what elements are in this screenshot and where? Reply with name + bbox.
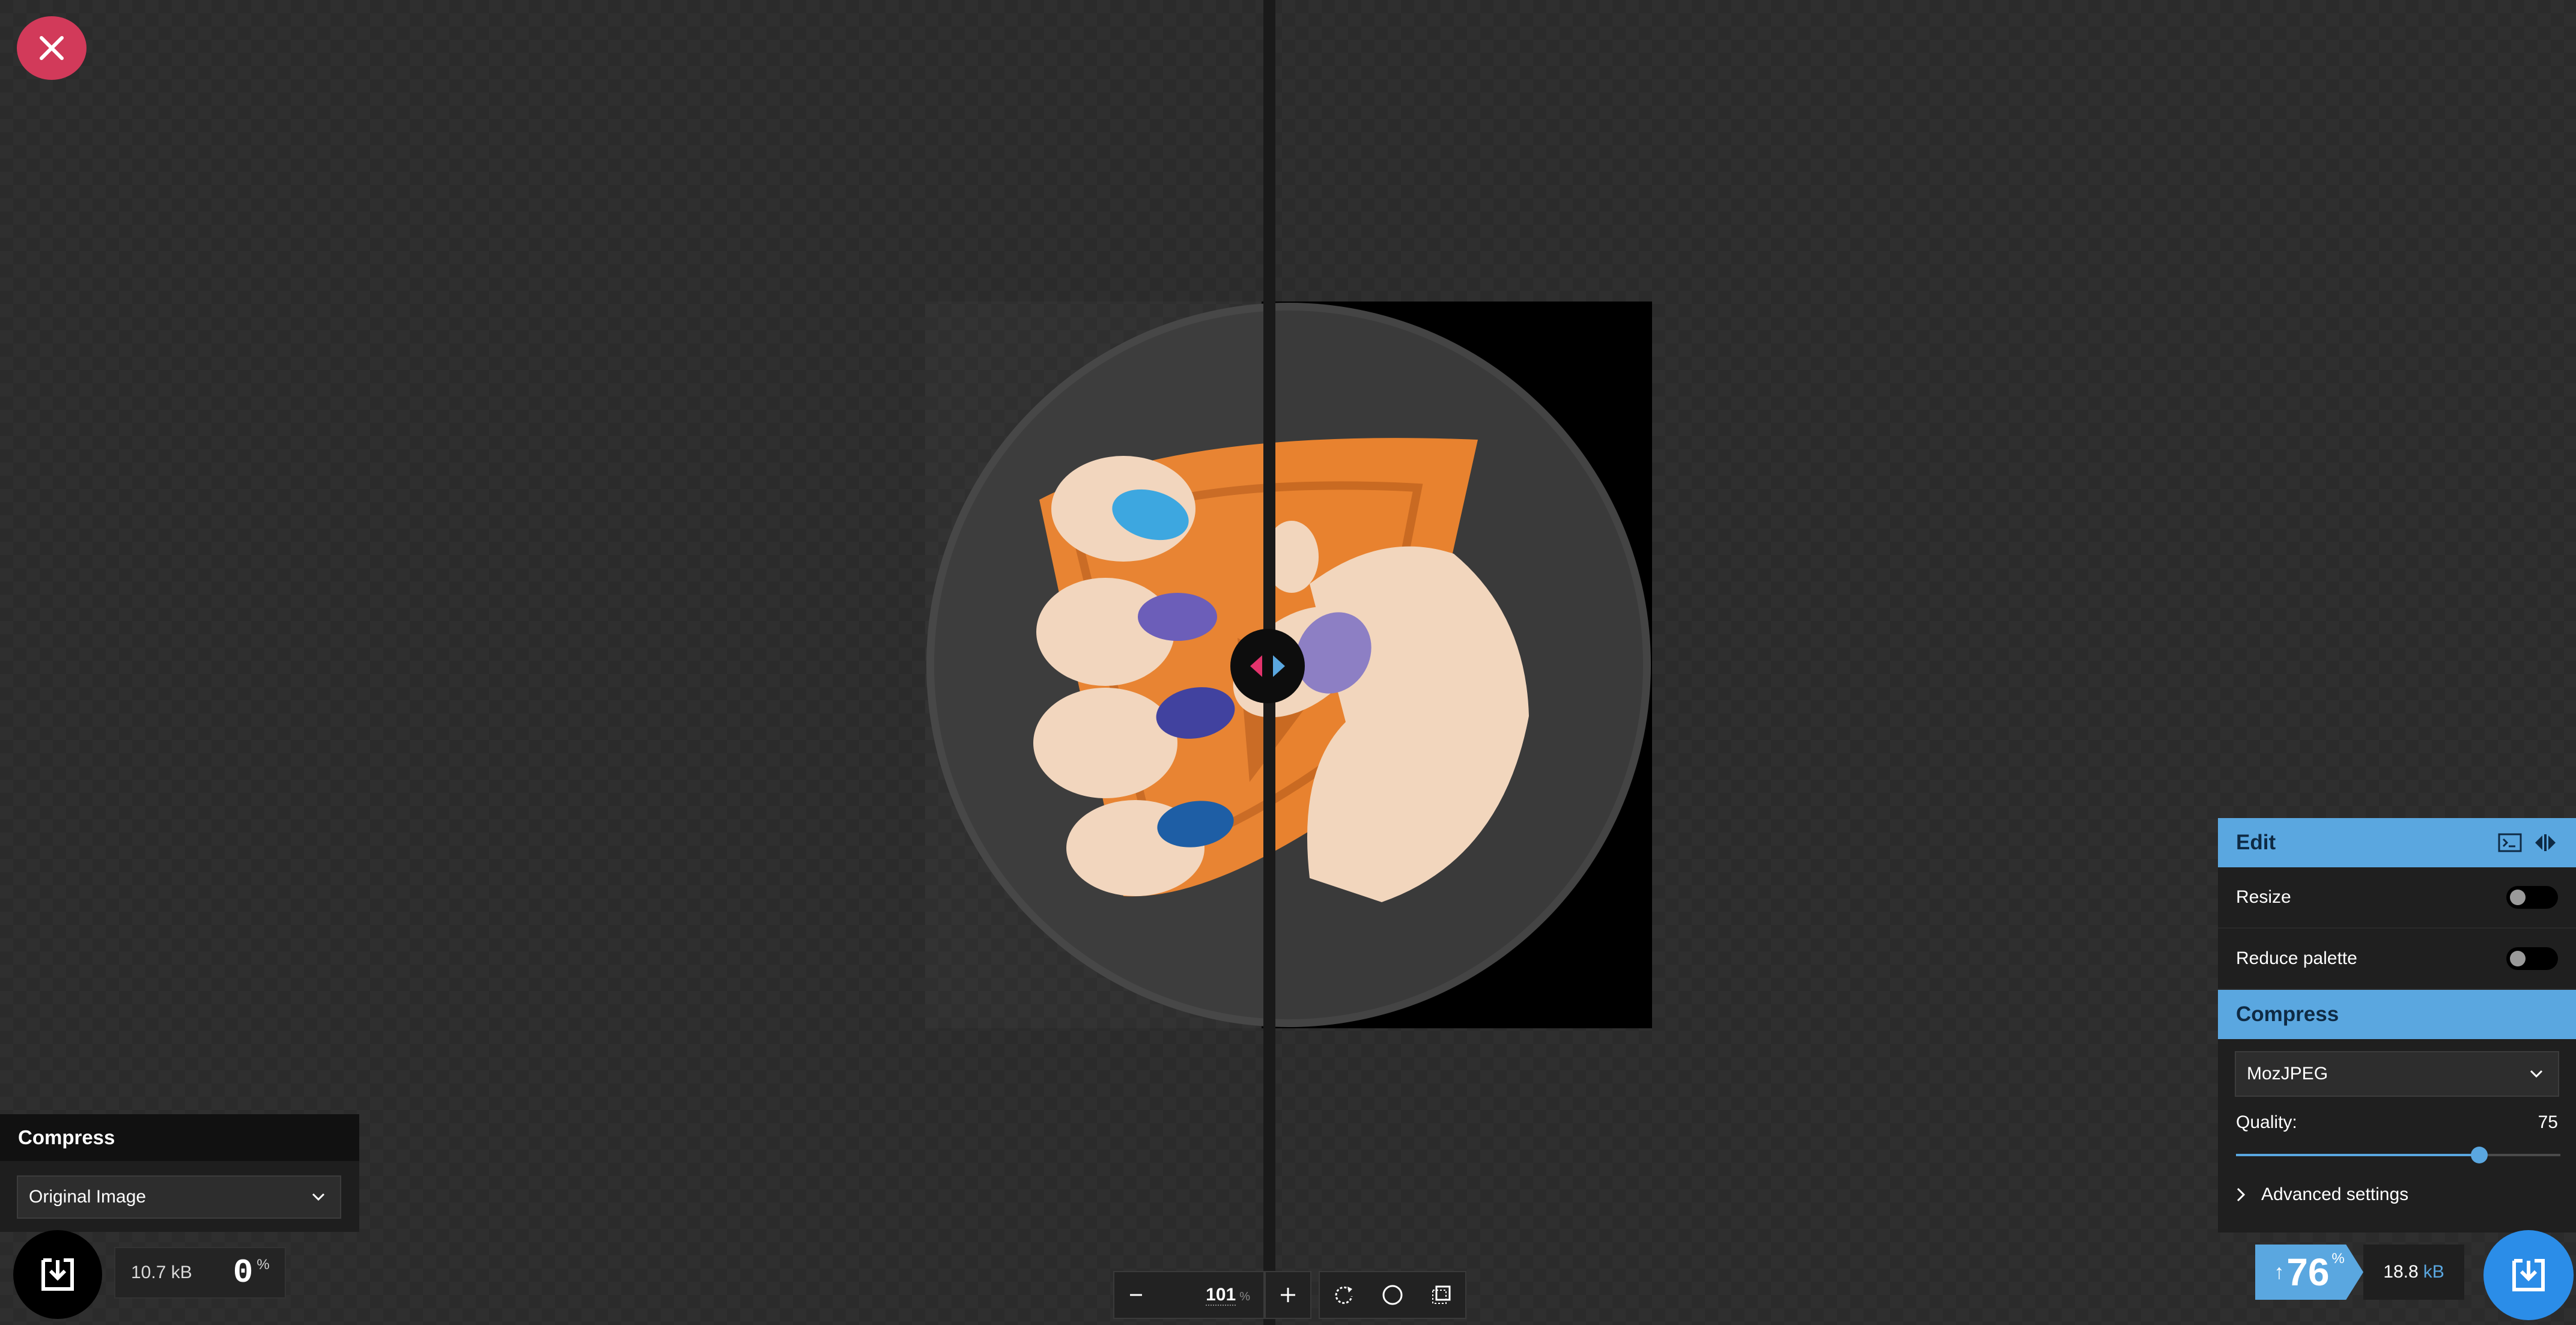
quality-slider[interactable] <box>2236 1146 2560 1164</box>
split-handle[interactable] <box>1230 629 1305 703</box>
chevron-right-icon <box>2237 1187 2246 1202</box>
quality-slider-thumb[interactable] <box>2471 1147 2488 1163</box>
left-method-select[interactable]: Original Image <box>17 1175 341 1219</box>
compare-arrows-icon[interactable] <box>2533 833 2558 852</box>
close-button[interactable] <box>17 16 87 80</box>
edit-header: Edit <box>2218 818 2576 867</box>
zoom-in-icon <box>1281 1288 1295 1302</box>
view-tools <box>1319 1271 1466 1319</box>
terminal-icon[interactable] <box>2498 833 2522 852</box>
quality-slider-fill <box>2236 1154 2479 1156</box>
left-compress-header: Compress <box>0 1114 359 1161</box>
left-download-button[interactable] <box>13 1230 102 1319</box>
codec-value: MozJPEG <box>2247 1064 2328 1084</box>
reduce-palette-toggle[interactable] <box>2506 947 2558 970</box>
savings-percent: 76 <box>2286 1251 2330 1294</box>
savings-percent-sign: % <box>2331 1251 2345 1267</box>
download-icon <box>41 1258 74 1291</box>
background-toggle-icon[interactable] <box>1381 1283 1405 1307</box>
zoom-level[interactable]: 101% <box>1206 1285 1250 1306</box>
reduce-palette-label: Reduce palette <box>2236 948 2357 968</box>
compress-title: Compress <box>2236 1002 2339 1026</box>
resize-toggle[interactable] <box>2506 886 2558 909</box>
chevron-down-icon <box>312 1193 325 1201</box>
left-method-value: Original Image <box>29 1187 147 1207</box>
quality-row: Quality: 75 <box>2218 1112 2576 1133</box>
download-icon <box>2512 1259 2545 1291</box>
left-file-info: 10.7 kB 0 % <box>114 1247 286 1299</box>
edit-title: Edit <box>2236 831 2276 854</box>
savings-badge: ↑ 76 % <box>2255 1245 2363 1300</box>
right-file-size: 18.8 kB <box>2363 1245 2464 1300</box>
advanced-settings-toggle[interactable]: Advanced settings <box>2218 1184 2576 1205</box>
left-percent-sign: % <box>257 1257 270 1273</box>
resize-row: Resize <box>2218 867 2576 929</box>
advanced-settings-label: Advanced settings <box>2261 1184 2409 1204</box>
right-download-button[interactable] <box>2483 1230 2574 1320</box>
zoom-controls: 101% <box>1113 1271 1265 1319</box>
reduce-palette-row: Reduce palette <box>2218 929 2576 990</box>
zoom-unit: % <box>1239 1290 1250 1303</box>
split-arrows-icon <box>1250 655 1285 677</box>
right-file-size-value: 18.8 <box>2383 1262 2419 1282</box>
right-settings-panel: Edit Resize Reduce palette Compress MozJ… <box>2218 818 2576 1233</box>
left-compress-panel: Compress Original Image <box>0 1114 359 1232</box>
zoom-value[interactable]: 101 <box>1206 1285 1236 1306</box>
crop-icon[interactable] <box>1429 1283 1453 1307</box>
zoom-in-button[interactable] <box>1265 1271 1311 1319</box>
quality-value[interactable]: 75 <box>2538 1112 2558 1133</box>
left-percent: 0 <box>232 1254 254 1292</box>
codec-select[interactable]: MozJPEG <box>2235 1051 2559 1097</box>
right-file-size-unit: kB <box>2423 1262 2444 1282</box>
savings-arrow: ↑ <box>2274 1260 2285 1284</box>
quality-label: Quality: <box>2236 1112 2297 1132</box>
close-icon <box>40 36 64 60</box>
left-file-size: 10.7 kB <box>131 1263 192 1282</box>
zoom-out-icon[interactable] <box>1128 1287 1144 1303</box>
resize-label: Resize <box>2236 887 2291 907</box>
rotate-icon[interactable] <box>1332 1283 1356 1307</box>
compress-header: Compress <box>2218 990 2576 1039</box>
chevron-down-icon <box>2530 1070 2543 1078</box>
